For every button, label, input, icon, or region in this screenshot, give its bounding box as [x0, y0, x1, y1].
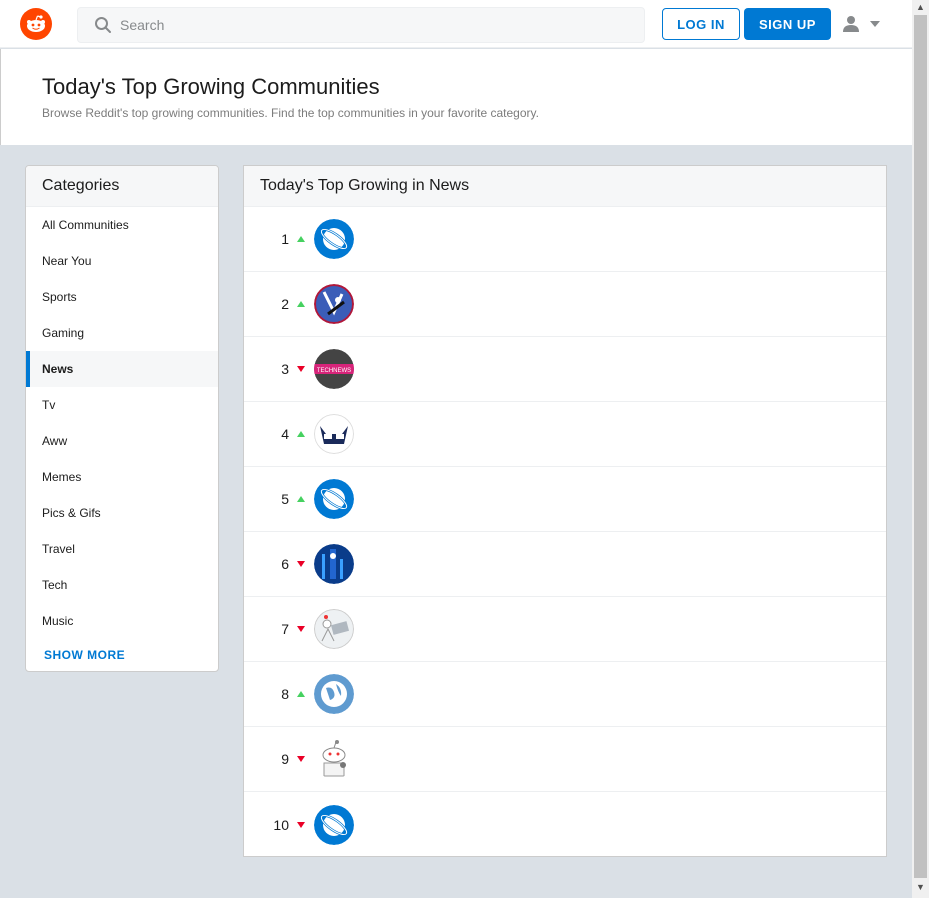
rank-number: 1	[281, 231, 289, 247]
trend-down-icon	[297, 561, 305, 567]
page-banner: Today's Top Growing Communities Browse R…	[0, 49, 912, 145]
trend-up-icon	[297, 431, 305, 437]
trend-down-icon	[297, 821, 305, 828]
sidebar-item-music[interactable]: Music	[26, 603, 218, 639]
search-input[interactable]	[120, 17, 620, 33]
community-ranking-panel: Today's Top Growing in News 1 2 3 TECHNEWS 4…	[243, 165, 887, 857]
scroll-thumb[interactable]	[914, 15, 927, 878]
sidebar-item-tv[interactable]: Tv	[26, 387, 218, 423]
login-button[interactable]: LOG IN	[662, 8, 740, 40]
user-menu-dropdown[interactable]	[842, 14, 890, 34]
community-avatar-blue-abstract-logo[interactable]	[314, 544, 354, 584]
show-more-link[interactable]: SHOW MORE	[44, 648, 125, 662]
ranking-row[interactable]: 3 TECHNEWS	[244, 337, 886, 402]
community-avatar-planet-icon[interactable]	[314, 479, 354, 519]
ranking-list: 1 2 3 TECHNEWS 4 5 6 7 8 9 10	[244, 207, 886, 857]
sidebar-item-aww[interactable]: Aww	[26, 423, 218, 459]
ranking-row[interactable]: 4	[244, 402, 886, 467]
page-scrollbar[interactable]: ▲ ▼	[912, 0, 929, 898]
sidebar-item-near-you[interactable]: Near You	[26, 243, 218, 279]
rank-number: 2	[281, 296, 289, 312]
reddit-logo-icon[interactable]	[20, 8, 52, 40]
rank-number: 6	[281, 556, 289, 572]
sidebar-item-all-communities[interactable]: All Communities	[26, 207, 218, 243]
signup-button[interactable]: SIGN UP	[744, 8, 831, 40]
community-avatar-sketch-logo[interactable]	[314, 609, 354, 649]
ranking-row[interactable]: 6	[244, 532, 886, 597]
sidebar-item-news[interactable]: News	[26, 351, 218, 387]
sidebar-item-sports[interactable]: Sports	[26, 279, 218, 315]
ranking-row[interactable]: 1	[244, 207, 886, 272]
community-avatar-snoo-icon[interactable]	[314, 739, 354, 779]
community-avatar-technews-logo[interactable]: TECHNEWS	[314, 349, 354, 389]
sidebar-item-pics-gifs[interactable]: Pics & Gifs	[26, 495, 218, 531]
community-avatar-planet-icon[interactable]	[314, 219, 354, 259]
sidebar-item-travel[interactable]: Travel	[26, 531, 218, 567]
trend-down-icon	[297, 366, 305, 372]
community-avatar-planet-icon[interactable]	[314, 804, 354, 845]
rank-number: 10	[273, 816, 289, 833]
sidebar-title: Categories	[26, 166, 218, 207]
page-title: Today's Top Growing Communities	[42, 74, 380, 99]
search-bar[interactable]	[77, 7, 645, 43]
user-icon	[843, 16, 859, 32]
svg-text:TECHNEWS: TECHNEWS	[317, 368, 351, 374]
ranking-row[interactable]: 10	[244, 792, 886, 857]
trend-up-icon	[297, 301, 305, 307]
ranking-row[interactable]: 8	[244, 662, 886, 727]
community-avatar-cat-logo[interactable]	[314, 414, 354, 454]
category-list: All Communities Near You Sports Gaming News T…	[26, 207, 218, 639]
sidebar-item-gaming[interactable]: Gaming	[26, 315, 218, 351]
rank-number: 4	[281, 426, 289, 442]
search-icon	[95, 17, 111, 33]
scroll-up-arrow-icon[interactable]: ▲	[916, 2, 925, 12]
sidebar-item-memes[interactable]: Memes	[26, 459, 218, 495]
trend-up-icon	[297, 691, 305, 697]
trend-up-icon	[297, 496, 305, 502]
rank-number: 3	[281, 361, 289, 377]
rank-number: 8	[281, 686, 289, 702]
sidebar-item-tech[interactable]: Tech	[26, 567, 218, 603]
ranking-row[interactable]: 7	[244, 597, 886, 662]
ranking-row[interactable]: 5	[244, 467, 886, 532]
community-avatar-globe-icon[interactable]	[314, 674, 354, 714]
trend-up-icon	[297, 236, 305, 242]
rank-number: 7	[281, 621, 289, 637]
ranking-row[interactable]: 9	[244, 727, 886, 792]
page-subtitle: Browse Reddit's top growing communities.…	[42, 106, 539, 120]
top-header: LOG IN SIGN UP	[0, 0, 912, 48]
trend-down-icon	[297, 626, 305, 632]
categories-sidebar: Categories All Communities Near You Sports…	[25, 165, 219, 672]
rank-number: 5	[281, 491, 289, 507]
trend-down-icon	[297, 756, 305, 762]
scroll-down-arrow-icon[interactable]: ▼	[916, 882, 925, 892]
rank-number: 9	[281, 751, 289, 767]
panel-title: Today's Top Growing in News	[244, 166, 886, 207]
ranking-row[interactable]: 2	[244, 272, 886, 337]
community-avatar-community-logo[interactable]	[314, 284, 354, 324]
chevron-down-icon	[870, 21, 880, 27]
